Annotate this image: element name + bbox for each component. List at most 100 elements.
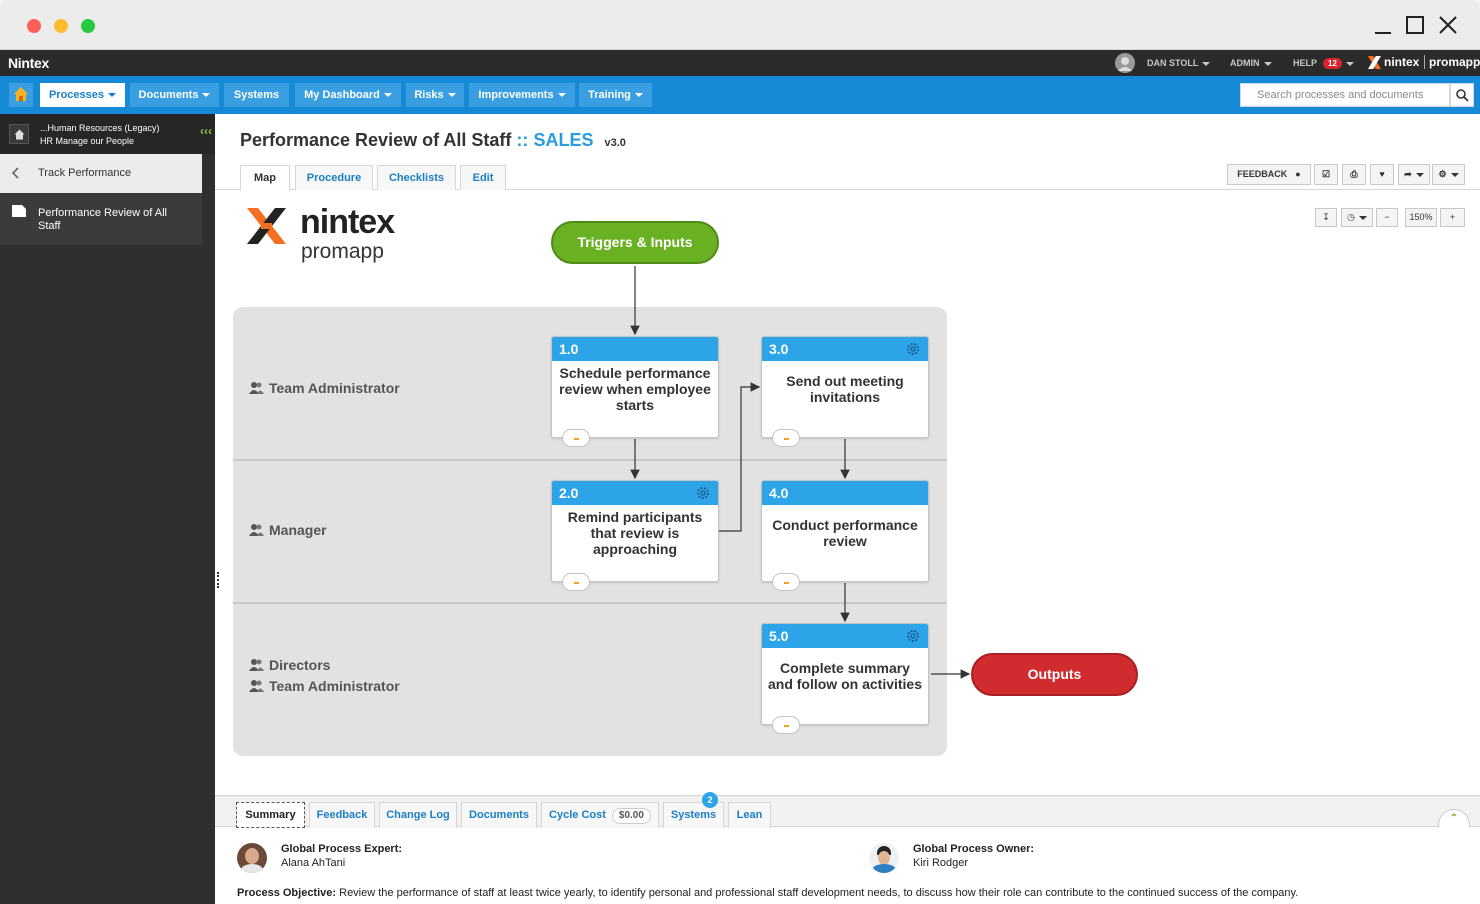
title-separator: :: <box>516 130 529 150</box>
user-avatar-icon[interactable] <box>1115 53 1135 73</box>
zoom-in-button[interactable]: + <box>1440 208 1465 227</box>
step-status-pill[interactable] <box>772 573 800 591</box>
triggers-inputs-node[interactable]: Triggers & Inputs <box>551 221 719 264</box>
sidebar-group[interactable]: ...Human Resources (Legacy) HR Manage ou… <box>0 114 215 154</box>
tab-change-log[interactable]: Change Log <box>379 802 457 828</box>
tab-feedback[interactable]: Feedback <box>309 802 375 828</box>
users-icon <box>249 524 264 536</box>
search-input[interactable]: Search processes and documents <box>1240 83 1450 107</box>
feedback-button[interactable]: FEEDBACK ● <box>1227 164 1311 185</box>
step-text: Schedule performance review when employe… <box>559 365 711 413</box>
zoom-window-button[interactable] <box>81 19 95 33</box>
checklist-button[interactable]: ☑ <box>1314 164 1338 185</box>
step-status-pill[interactable] <box>772 429 800 447</box>
step-text: Complete summary and follow on activitie… <box>767 660 923 692</box>
gear-icon: ⚙ <box>1438 169 1447 179</box>
tab-cycle-cost[interactable]: Cycle Cost $0.00 <box>541 802 659 828</box>
owner-avatar <box>869 843 899 873</box>
settings-button[interactable]: ⚙ <box>1432 164 1465 185</box>
nintex-logo-icon <box>247 208 286 244</box>
heart-icon: ♥ <box>1379 169 1385 179</box>
print-button[interactable]: ⎙ <box>1342 164 1366 185</box>
summary-tabs: Summary Feedback Change Log Documents Cy… <box>215 792 1480 828</box>
history-button[interactable]: ◷ <box>1341 208 1373 227</box>
nav-training[interactable]: Training <box>579 83 652 107</box>
favourite-button[interactable]: ♥ <box>1370 164 1394 185</box>
tab-checklists[interactable]: Checklists <box>377 165 456 190</box>
group-home-button[interactable] <box>9 124 29 144</box>
lane-role-directors: Directors <box>249 657 330 673</box>
home-button[interactable] <box>9 83 33 107</box>
nav-my-dashboard[interactable]: My Dashboard <box>295 83 401 107</box>
step-number: 5.0 <box>762 624 928 648</box>
step-number: 1.0 <box>552 337 718 361</box>
sidebar-back-label: Track Performance <box>38 167 132 179</box>
help-menu[interactable]: HELP 12 <box>1293 58 1354 69</box>
process-step-5[interactable]: 5.0 Complete summary and follow on activ… <box>761 623 929 734</box>
document-icon <box>12 205 26 217</box>
chevron-down-icon <box>634 93 643 98</box>
nav-documents[interactable]: Documents <box>130 83 219 107</box>
group-path-line2: HR Manage our People <box>40 136 135 146</box>
nav-improvements[interactable]: Improvements <box>469 83 575 107</box>
objective-label: Process Objective: <box>237 887 337 899</box>
minimize-icon[interactable] <box>1372 14 1394 36</box>
gear-icon <box>697 487 709 499</box>
sidebar-current-line1: Performance Review of All <box>38 207 167 219</box>
tab-summary[interactable]: Summary <box>236 802 305 828</box>
sidebar-resize-handle[interactable] <box>217 572 220 588</box>
sidebar-current-item[interactable]: Performance Review of All Staff <box>0 193 202 245</box>
outputs-node[interactable]: Outputs <box>971 653 1138 696</box>
sidebar-current-line2: Staff <box>38 220 61 232</box>
process-step-4[interactable]: 4.0 Conduct performance review <box>761 480 929 591</box>
search-button[interactable] <box>1450 83 1474 107</box>
expert-name[interactable]: Alana AhTani <box>281 857 345 869</box>
tab-map[interactable]: Map <box>240 165 290 191</box>
zoom-out-button[interactable]: − <box>1376 208 1398 227</box>
chevron-left-icon <box>12 167 19 179</box>
lane-role-team-admin: Team Administrator <box>249 380 400 396</box>
close-window-button[interactable] <box>27 19 41 33</box>
lane-divider <box>233 602 947 604</box>
nav-processes[interactable]: Processes <box>40 83 125 107</box>
process-step-2[interactable]: 2.0 Remind participants that review is a… <box>551 480 719 591</box>
tab-lean[interactable]: Lean <box>728 802 771 828</box>
process-step-3[interactable]: 3.0 Send out meeting invitations <box>761 336 929 447</box>
expand-panel-icon[interactable]: ⌃ <box>1438 809 1470 827</box>
tab-edit[interactable]: Edit <box>460 165 506 190</box>
download-button[interactable]: ↧ <box>1315 208 1337 227</box>
nintex-x-icon <box>1368 56 1381 69</box>
owner-name[interactable]: Kiri Rodger <box>913 857 968 869</box>
tab-documents[interactable]: Documents <box>461 802 537 828</box>
step-status-pill[interactable] <box>772 716 800 734</box>
nav-risks[interactable]: Risks <box>406 83 464 107</box>
process-title: Performance Review of All Staff <box>240 130 512 150</box>
zoom-level[interactable]: 150% <box>1405 208 1437 227</box>
expert-avatar <box>237 843 267 873</box>
admin-menu[interactable]: ADMIN <box>1230 58 1272 68</box>
sidebar-back-item[interactable]: Track Performance <box>0 154 202 193</box>
share-button[interactable]: ➦ <box>1398 164 1430 185</box>
nav-systems[interactable]: Systems <box>224 83 289 107</box>
process-group[interactable]: SALES <box>533 130 593 150</box>
sidebar: ...Human Resources (Legacy) HR Manage ou… <box>0 114 215 904</box>
home-icon <box>14 87 28 101</box>
process-step-1[interactable]: 1.0 Schedule performance review when emp… <box>551 336 719 447</box>
app-header: Nintex DAN STOLL ADMIN HELP 12 nintex pro… <box>0 50 1480 76</box>
chevron-down-icon <box>447 93 456 98</box>
close-icon[interactable] <box>1437 14 1459 36</box>
chevron-down-icon <box>1450 172 1459 177</box>
step-status-pill[interactable] <box>562 573 590 591</box>
maximize-icon[interactable] <box>1404 14 1426 36</box>
collapse-sidebar-icon[interactable]: ‹‹‹ <box>200 124 212 138</box>
step-number: 3.0 <box>762 337 928 361</box>
minimize-window-button[interactable] <box>54 19 68 33</box>
user-menu[interactable]: DAN STOLL <box>1147 58 1211 68</box>
systems-count-badge: 2 <box>702 792 718 808</box>
checkbox-icon: ☑ <box>1321 169 1331 179</box>
tab-procedure[interactable]: Procedure <box>295 165 373 190</box>
step-status-pill[interactable] <box>562 429 590 447</box>
step-text: Conduct performance review <box>772 517 918 549</box>
chevron-down-icon <box>202 93 211 98</box>
objective-text: Review the performance of staff at least… <box>339 887 1299 899</box>
